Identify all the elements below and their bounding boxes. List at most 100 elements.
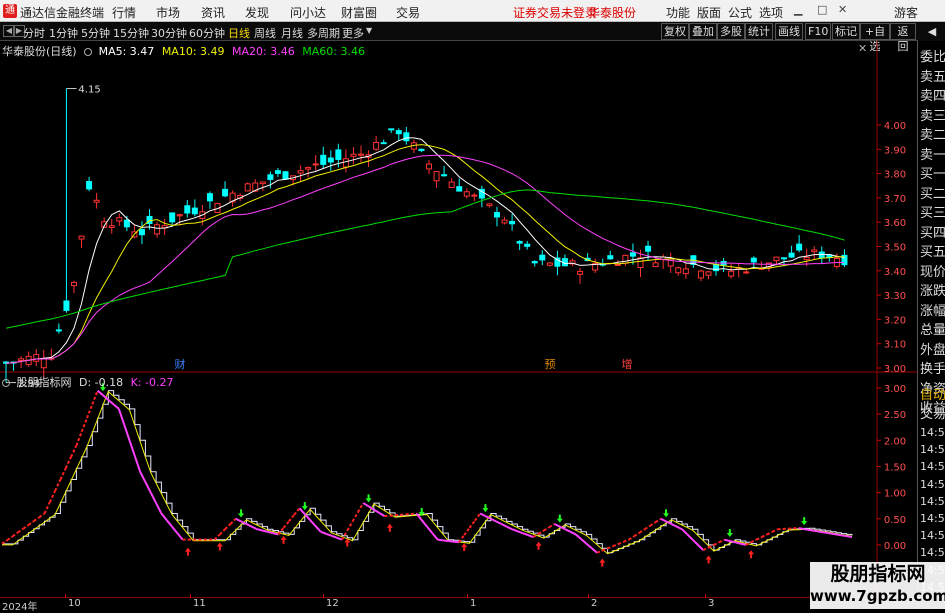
tab-trade[interactable]: 交易 <box>920 403 945 422</box>
indicator-k-segment <box>246 524 251 527</box>
indicator-k-segment <box>98 391 103 396</box>
indicator-k-segment <box>730 541 735 542</box>
date-label: 12 <box>326 598 339 609</box>
quote-label: 卖五 <box>920 66 945 85</box>
indicator-k-segment <box>87 404 92 418</box>
candle-body <box>744 272 749 273</box>
indicator-k-segment <box>326 534 331 536</box>
indicator-k-segment <box>634 533 639 536</box>
indicator-k-segment <box>491 519 496 522</box>
indicator-k-segment <box>629 536 634 539</box>
candle-body <box>223 189 228 195</box>
candle-body <box>472 195 477 196</box>
price-axis-label: 3.00 <box>884 364 906 375</box>
indicator-k-segment <box>432 533 437 540</box>
indicator-k-segment <box>608 546 613 548</box>
candle-body <box>494 213 499 217</box>
indicator-k-segment <box>735 542 740 543</box>
indicator-k-segment <box>703 548 708 551</box>
candle-body <box>578 271 583 274</box>
candle-body <box>306 168 311 170</box>
tick-time: 14:55 <box>920 426 945 439</box>
candle-body <box>676 268 681 273</box>
quote-label: 卖三 <box>920 105 945 124</box>
candle-body <box>615 264 620 265</box>
ma5-line <box>6 138 844 363</box>
tick-time: 14:56 <box>920 495 945 508</box>
indicator-k-segment <box>220 529 225 534</box>
indicator-k-segment <box>262 531 267 532</box>
indicator-k-segment <box>698 545 703 550</box>
indicator-k-segment <box>677 527 682 530</box>
indicator-k-segment <box>427 527 432 534</box>
indicator-k-segment <box>847 536 852 537</box>
indicator-k-segment <box>156 503 161 513</box>
indicator-k-segment <box>618 542 623 544</box>
indicator-d-line <box>2 391 852 553</box>
tab-auto[interactable]: 自动 <box>920 384 945 403</box>
indicator-k-segment <box>124 425 129 441</box>
indicator-k-segment <box>310 520 315 526</box>
candle-body <box>389 129 394 130</box>
indicator-k-segment <box>693 540 698 545</box>
watermark-title: 股朋指标网 <box>810 562 945 586</box>
candle-body <box>434 172 439 181</box>
price-axis-label: 3.50 <box>884 243 906 254</box>
indicator-k-segment <box>544 527 549 530</box>
candle-body <box>313 164 318 165</box>
tick-time: 14:56 <box>920 460 945 473</box>
event-marker: 增 <box>622 357 633 371</box>
indicator-k-segment <box>555 524 560 527</box>
candle-body <box>245 184 250 191</box>
indicator-k-segment <box>485 516 490 519</box>
indicator-k-segment <box>438 540 443 541</box>
ma10-value: MA10: 3.49 <box>162 45 225 58</box>
date-label: 10 <box>68 598 81 609</box>
indicator-k-segment <box>82 418 87 432</box>
candle-body <box>170 213 175 222</box>
indicator-k-segment <box>236 519 241 522</box>
price-axis-label: 3.30 <box>884 291 906 302</box>
indicator-k-segment <box>448 541 453 542</box>
kline-chart[interactable]: 4.003.903.803.703.603.503.403.303.203.10… <box>0 0 917 609</box>
indicator-k-segment <box>682 529 687 534</box>
sell-arrow-icon <box>302 502 308 510</box>
indicator-axis-label: 0.00 <box>884 541 906 552</box>
quote-label: 总量 <box>920 319 945 338</box>
panel-close-icon[interactable]: ✕ <box>858 42 867 55</box>
quote-label: 涨幅 <box>920 300 945 319</box>
indicator-k-segment <box>640 529 645 532</box>
indicator-k-segment <box>507 527 512 530</box>
indicator-k-segment <box>825 533 830 534</box>
candle-body <box>351 154 356 156</box>
buy-arrow-icon <box>706 556 712 564</box>
buy-arrow-icon <box>387 524 393 532</box>
candle-body <box>359 154 364 155</box>
buy-arrow-icon <box>217 542 223 550</box>
candle-body <box>41 359 46 368</box>
candle-body <box>177 215 182 216</box>
indicator-k-segment <box>294 508 299 515</box>
indicator-k-segment <box>624 540 629 542</box>
candle-body <box>404 133 409 141</box>
candle-body <box>525 244 530 246</box>
candle-body <box>789 253 794 257</box>
indicator-k-segment <box>374 510 379 513</box>
candle-body <box>706 272 711 275</box>
indicator-k-segment <box>719 540 724 543</box>
candle-body <box>124 220 129 227</box>
indicator-k-segment <box>379 513 384 516</box>
buy-arrow-icon <box>281 536 287 544</box>
quote-label: 涨跌 <box>920 280 945 299</box>
indicator-k-segment <box>7 536 12 540</box>
main-legend: 华泰股份(日线) MA5: 3.47 MA10: 3.49 MA20: 3.46… <box>2 43 365 59</box>
high-price-label: 4.15 <box>78 85 100 96</box>
quote-label: 外盘 <box>920 339 945 358</box>
indicator-k-segment <box>539 531 544 534</box>
indicator-k-segment <box>549 524 554 527</box>
indicator-settings-icon[interactable] <box>2 379 10 387</box>
indicator-k-segment <box>836 534 841 535</box>
settings-circle-icon[interactable] <box>84 48 92 56</box>
side-panel-toggle-icon[interactable]: ◀ <box>918 22 945 41</box>
indicator-k-segment <box>273 533 278 534</box>
